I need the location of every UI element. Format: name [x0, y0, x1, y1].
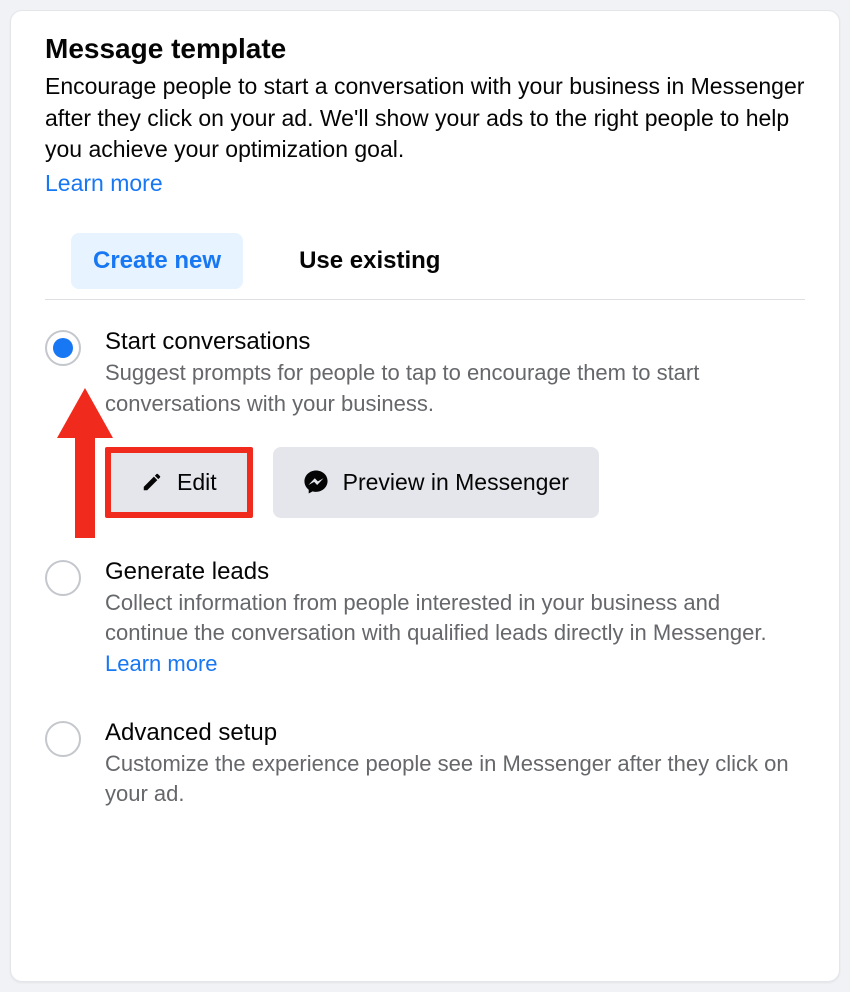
annotation-highlight: Edit [105, 447, 253, 518]
section-description: Encourage people to start a conversation… [45, 71, 805, 166]
start-conversations-title: Start conversations [105, 328, 805, 356]
messenger-icon [303, 469, 329, 495]
template-options: Start conversations Suggest prompts for … [45, 328, 805, 810]
option-start-conversations: Start conversations Suggest prompts for … [45, 328, 805, 518]
advanced-setup-desc: Customize the experience people see in M… [105, 749, 805, 810]
edit-button-label: Edit [177, 469, 217, 496]
learn-more-link[interactable]: Learn more [45, 170, 163, 196]
message-template-card: Message template Encourage people to sta… [10, 10, 840, 982]
generate-leads-desc: Collect information from people interest… [105, 588, 805, 679]
generate-leads-learn-more-link[interactable]: Learn more [105, 651, 218, 676]
advanced-setup-title: Advanced setup [105, 719, 805, 747]
generate-leads-title: Generate leads [105, 558, 805, 586]
tab-use-existing[interactable]: Use existing [277, 233, 462, 289]
tab-create-new[interactable]: Create new [71, 233, 243, 289]
advanced-setup-radio[interactable] [45, 721, 81, 757]
pencil-icon [141, 471, 163, 493]
edit-button[interactable]: Edit [111, 453, 247, 512]
template-tabs: Create new Use existing [45, 233, 805, 300]
start-conversations-desc: Suggest prompts for people to tap to enc… [105, 358, 805, 419]
preview-button[interactable]: Preview in Messenger [273, 447, 599, 518]
option-advanced-setup: Advanced setup Customize the experience … [45, 719, 805, 810]
start-conversations-buttons: Edit Preview in Messenger [105, 447, 805, 518]
option-generate-leads: Generate leads Collect information from … [45, 558, 805, 679]
generate-leads-radio[interactable] [45, 560, 81, 596]
preview-button-label: Preview in Messenger [343, 469, 569, 496]
section-title: Message template [45, 33, 805, 65]
start-conversations-radio[interactable] [45, 330, 81, 366]
